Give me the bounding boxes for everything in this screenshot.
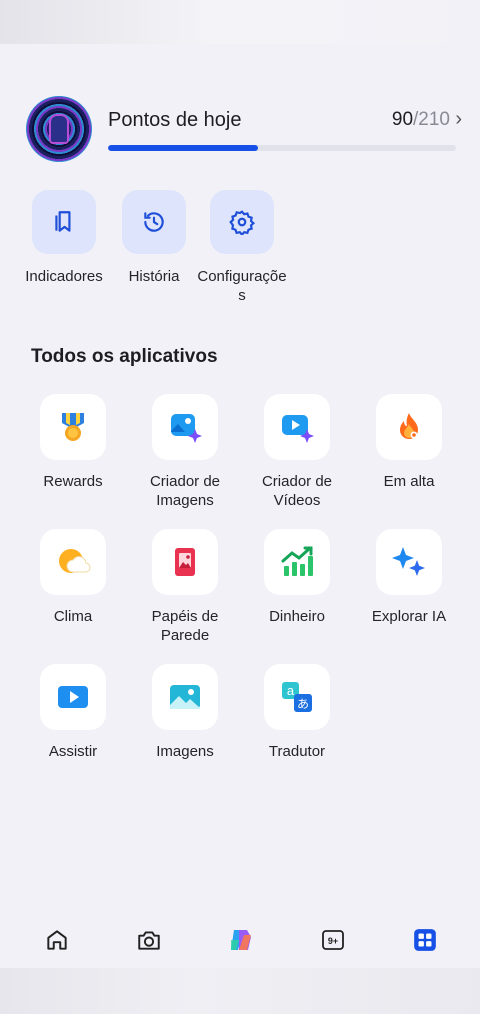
app-label: Dinheiro	[269, 608, 325, 625]
daily-points-card[interactable]: Pontos de hoje 90/210 ›	[26, 96, 462, 162]
app-watch[interactable]: Assistir	[17, 664, 129, 761]
weather-icon	[40, 529, 106, 595]
app-wallpapers[interactable]: Papéis de Parede	[129, 529, 241, 645]
translator-icon: a あ	[264, 664, 330, 730]
app-images[interactable]: Imagens	[129, 664, 241, 761]
bookmark-icon	[32, 190, 96, 254]
section-title: Todos os aplicativos	[31, 346, 218, 367]
app-rewards[interactable]: Rewards	[17, 394, 129, 491]
app-label: Assistir	[48, 743, 98, 760]
points-max: 210	[418, 109, 450, 130]
gear-icon	[210, 190, 274, 254]
history-icon	[122, 190, 186, 254]
points-progress-fill	[108, 145, 258, 151]
app-label: Tradutor	[268, 743, 326, 760]
video-creator-icon	[264, 394, 330, 460]
app-label: Criador de Vídeos	[261, 473, 333, 509]
camera-icon[interactable]	[129, 922, 169, 958]
app-explore-ai[interactable]: Explorar IA	[353, 529, 465, 626]
tabs-icon[interactable]: 9+	[313, 922, 353, 958]
app-label: Em alta	[383, 473, 435, 490]
play-icon	[40, 664, 106, 730]
quick-action-label: Configuraçõe s	[197, 268, 287, 304]
quick-action-settings[interactable]: Configuraçõe s	[184, 190, 300, 305]
images-icon	[152, 664, 218, 730]
image-creator-icon	[152, 394, 218, 460]
points-current: 90	[391, 109, 414, 130]
app-label: Clima	[53, 608, 93, 625]
flame-icon	[376, 394, 442, 460]
points-progress-bar	[108, 145, 456, 151]
svg-text:あ: あ	[297, 697, 309, 711]
home-icon[interactable]	[37, 922, 77, 958]
medal-icon	[40, 394, 106, 460]
system-gesture-bar	[0, 968, 480, 1014]
bottom-navigation: 9+	[0, 912, 480, 968]
app-video-creator[interactable]: Criador de Vídeos	[241, 394, 353, 510]
app-label: Criador de Imagens	[149, 473, 221, 509]
app-label: Papéis de Parede	[151, 608, 219, 644]
status-bar	[0, 0, 480, 44]
app-image-creator[interactable]: Criador de Imagens	[129, 394, 241, 510]
tabs-badge: 9+	[328, 936, 338, 946]
app-label: Explorar IA	[371, 608, 447, 625]
avatar[interactable]	[26, 96, 92, 162]
wallpaper-icon	[152, 529, 218, 595]
points-title: Pontos de hoje	[108, 109, 242, 131]
app-trending[interactable]: Em alta	[353, 394, 465, 491]
app-money[interactable]: Dinheiro	[241, 529, 353, 626]
app-label: Imagens	[156, 743, 214, 760]
app-translator[interactable]: a あ Tradutor	[241, 664, 353, 761]
points-value: 90/210	[392, 109, 450, 131]
app-label: Rewards	[43, 473, 103, 490]
sparkle-icon	[376, 529, 442, 595]
svg-text:a: a	[287, 683, 295, 698]
copilot-icon[interactable]	[221, 922, 261, 958]
money-chart-icon	[264, 529, 330, 595]
apps-grid-icon[interactable]	[405, 922, 445, 958]
app-weather[interactable]: Clima	[17, 529, 129, 626]
chevron-right-icon[interactable]: ›	[455, 108, 462, 131]
